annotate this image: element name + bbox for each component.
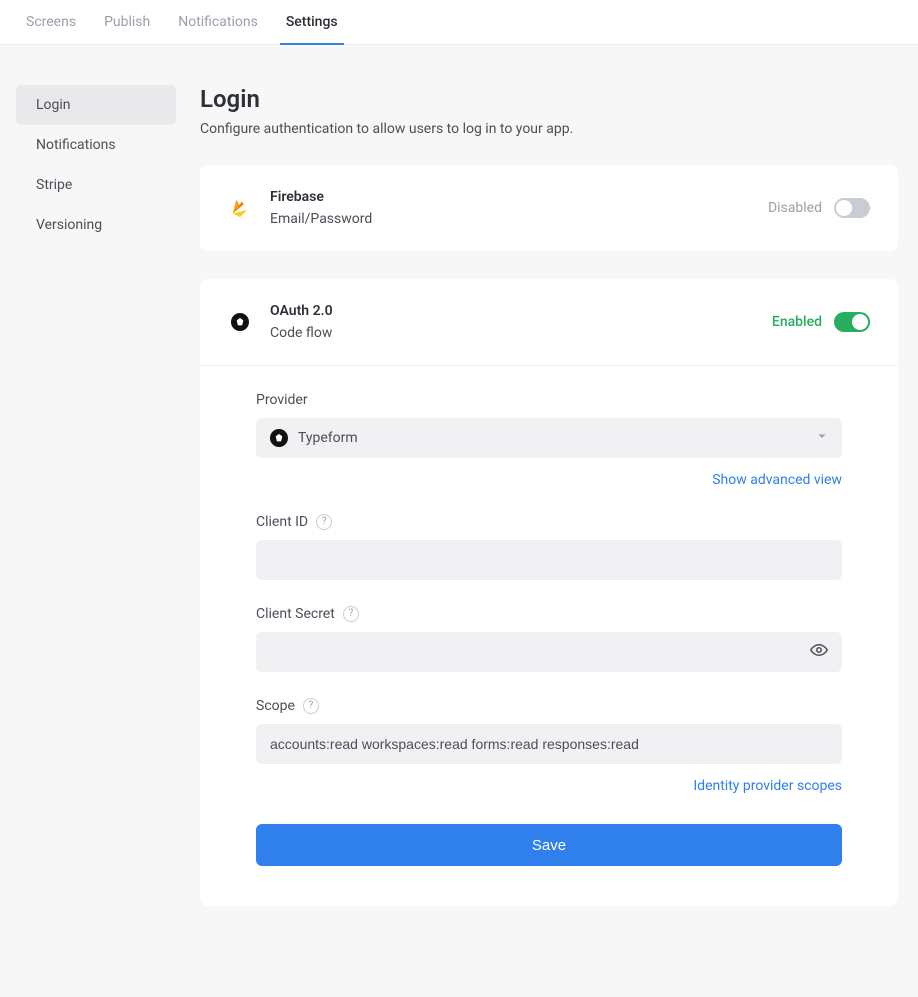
top-tabs: Screens Publish Notifications Settings xyxy=(0,0,918,45)
firebase-card: Firebase Email/Password Disabled xyxy=(200,165,898,251)
provider-label: Provider xyxy=(256,392,842,408)
oauth-state-label: Enabled xyxy=(772,314,822,330)
sidebar-item-stripe[interactable]: Stripe xyxy=(16,165,176,205)
sidebar-item-versioning[interactable]: Versioning xyxy=(16,205,176,245)
chevron-down-icon xyxy=(816,430,828,446)
provider-value: Typeform xyxy=(298,430,358,446)
client-id-input[interactable] xyxy=(256,540,842,580)
eye-icon[interactable] xyxy=(810,641,828,663)
page-title: Login xyxy=(200,85,898,113)
help-icon[interactable]: ? xyxy=(343,606,359,622)
settings-sidebar: Login Notifications Stripe Versioning xyxy=(16,85,176,934)
typeform-icon xyxy=(270,429,288,447)
oauth-title: OAuth 2.0 xyxy=(270,303,754,319)
identity-provider-scopes-link[interactable]: Identity provider scopes xyxy=(693,778,842,794)
tab-notifications[interactable]: Notifications xyxy=(164,0,272,44)
tab-screens[interactable]: Screens xyxy=(12,0,90,44)
oauth-toggle[interactable] xyxy=(834,312,870,332)
client-secret-input[interactable] xyxy=(256,632,842,672)
client-id-label: Client ID xyxy=(256,514,308,530)
scope-input[interactable] xyxy=(256,724,842,764)
page-description: Configure authentication to allow users … xyxy=(200,121,898,137)
oauth-icon xyxy=(228,310,252,334)
sidebar-item-notifications[interactable]: Notifications xyxy=(16,125,176,165)
tab-settings[interactable]: Settings xyxy=(272,0,352,44)
sidebar-item-login[interactable]: Login xyxy=(16,85,176,125)
firebase-toggle[interactable] xyxy=(834,198,870,218)
firebase-icon xyxy=(228,196,252,220)
tab-publish[interactable]: Publish xyxy=(90,0,164,44)
oauth-subtitle: Code flow xyxy=(270,325,754,341)
provider-select[interactable]: Typeform xyxy=(256,418,842,458)
firebase-subtitle: Email/Password xyxy=(270,211,750,227)
firebase-title: Firebase xyxy=(270,189,750,205)
advanced-view-link[interactable]: Show advanced view xyxy=(712,472,842,488)
save-button[interactable]: Save xyxy=(256,824,842,866)
scope-label: Scope xyxy=(256,698,295,714)
help-icon[interactable]: ? xyxy=(316,514,332,530)
oauth-card: OAuth 2.0 Code flow Enabled Provider xyxy=(200,279,898,906)
firebase-state-label: Disabled xyxy=(768,200,822,216)
client-secret-label: Client Secret xyxy=(256,606,335,622)
help-icon[interactable]: ? xyxy=(303,698,319,714)
